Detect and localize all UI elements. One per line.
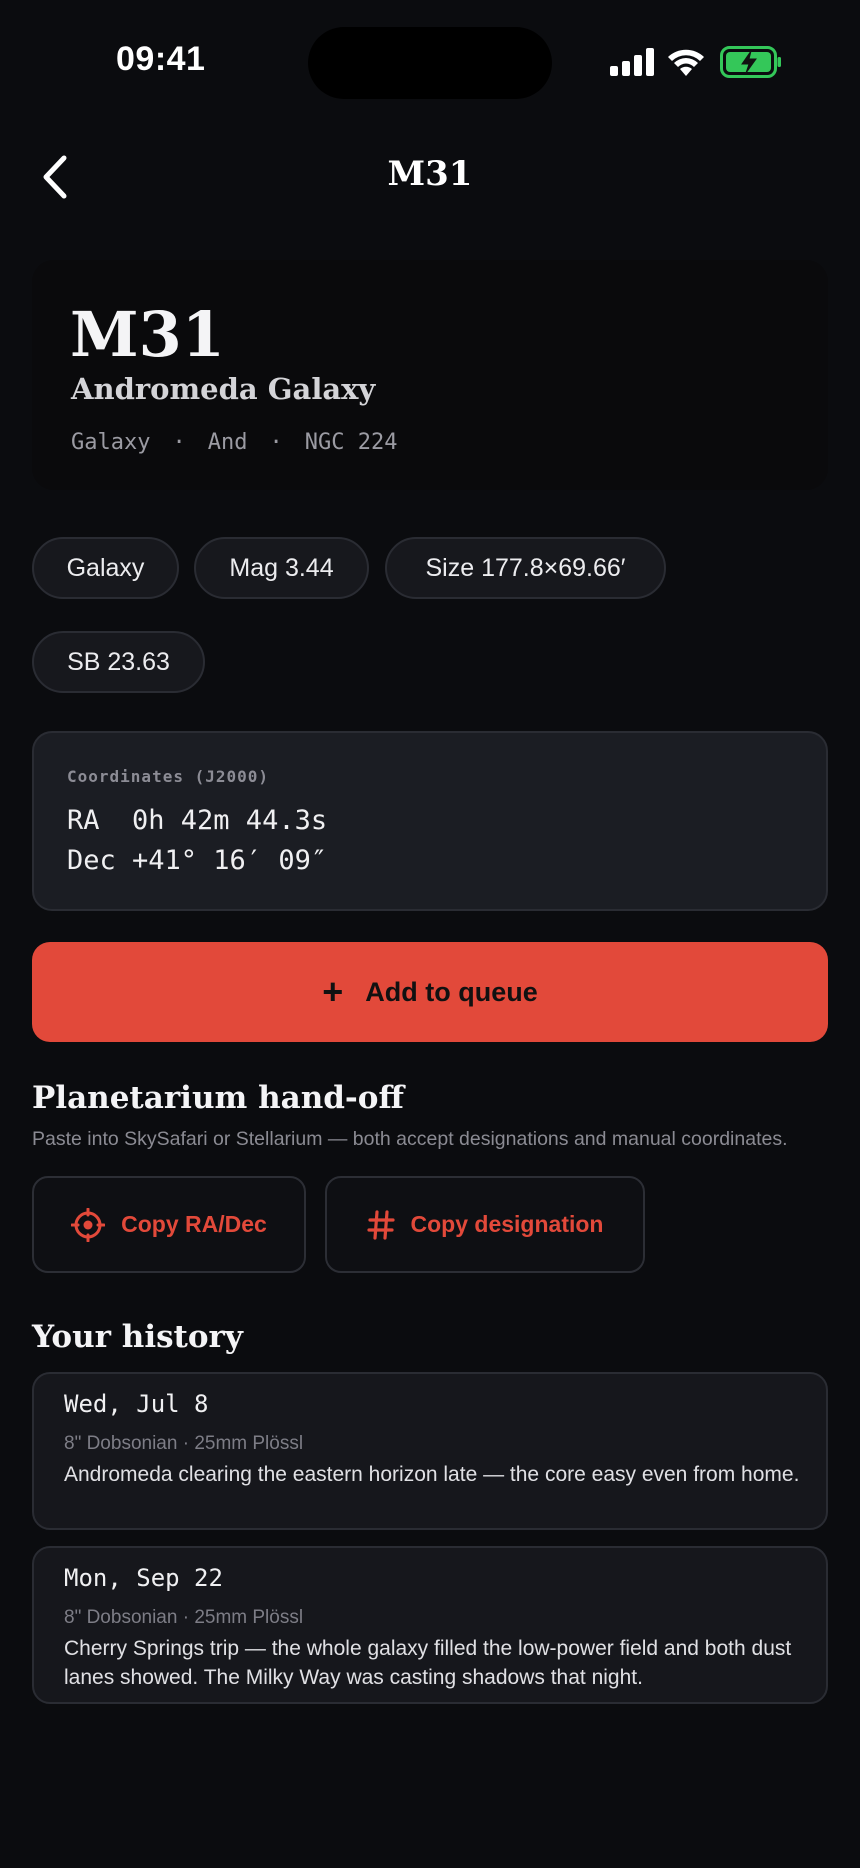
wifi-icon	[668, 49, 704, 76]
history-entry[interactable]: Mon, Sep 22 8" Dobsonian · 25mm Plössl C…	[32, 1546, 828, 1704]
object-type: Galaxy	[71, 430, 151, 455]
cellular-signal-icon	[610, 48, 654, 76]
add-to-queue-button[interactable]: + Add to queue	[32, 942, 828, 1042]
history-title: Your history	[32, 1319, 243, 1355]
coordinates-dec: Dec +41° 16′ 09″	[67, 845, 328, 876]
handoff-description: Paste into SkySafari or Stellarium — bot…	[32, 1128, 788, 1150]
dynamic-island	[308, 27, 552, 99]
plus-icon: +	[322, 971, 344, 1012]
copy-radec-label: Copy RA/Dec	[121, 1211, 267, 1237]
history-entry-date: Mon, Sep 22	[64, 1564, 223, 1592]
history-entry-gear: 8" Dobsonian · 25mm Plössl	[64, 1607, 304, 1628]
chip-type[interactable]: Galaxy	[32, 537, 179, 599]
object-catalog-id: NGC 224	[304, 430, 398, 455]
coordinates-label: Coordinates (J2000)	[67, 767, 270, 786]
history-entry-date: Wed, Jul 8	[64, 1390, 209, 1418]
copy-designation-label: Copy designation	[410, 1211, 604, 1237]
crosshair-icon	[71, 1207, 106, 1242]
object-constellation: And	[207, 430, 248, 455]
handoff-title: Planetarium hand-off	[32, 1080, 404, 1116]
copy-designation-button[interactable]: Copy designation	[325, 1176, 645, 1273]
add-to-queue-label: Add to queue	[365, 976, 538, 1007]
object-meta: Galaxy · And · NGC 224	[71, 430, 397, 455]
hash-icon	[366, 1209, 395, 1240]
nav-title: M31	[387, 154, 473, 194]
coordinates-card: Coordinates (J2000) RA 0h 42m 44.3s Dec …	[32, 731, 828, 911]
object-name: Andromeda Galaxy	[71, 372, 376, 406]
copy-radec-button[interactable]: Copy RA/Dec	[32, 1176, 306, 1273]
history-entry-gear: 8" Dobsonian · 25mm Plössl	[64, 1433, 304, 1454]
chip-surface-brightness[interactable]: SB 23.63	[32, 631, 205, 693]
meta-separator: ·	[269, 430, 283, 455]
status-time: 09:41	[116, 40, 206, 78]
object-header-card: M31 Andromeda Galaxy Galaxy · And · NGC …	[32, 260, 828, 490]
history-entry[interactable]: Wed, Jul 8 8" Dobsonian · 25mm Plössl An…	[32, 1372, 828, 1530]
history-entry-note: Andromeda clearing the eastern horizon l…	[64, 1463, 800, 1486]
history-entry-note: Cherry Springs trip — the whole galaxy f…	[64, 1637, 792, 1689]
coordinates-ra: RA 0h 42m 44.3s	[67, 805, 328, 836]
chip-size[interactable]: Size 177.8×69.66′	[385, 537, 666, 599]
meta-separator: ·	[172, 430, 186, 455]
battery-charging-icon	[720, 46, 781, 78]
object-designation: M31	[70, 298, 225, 371]
status-bar: 09:41	[0, 0, 860, 120]
chip-magnitude[interactable]: Mag 3.44	[194, 537, 369, 599]
